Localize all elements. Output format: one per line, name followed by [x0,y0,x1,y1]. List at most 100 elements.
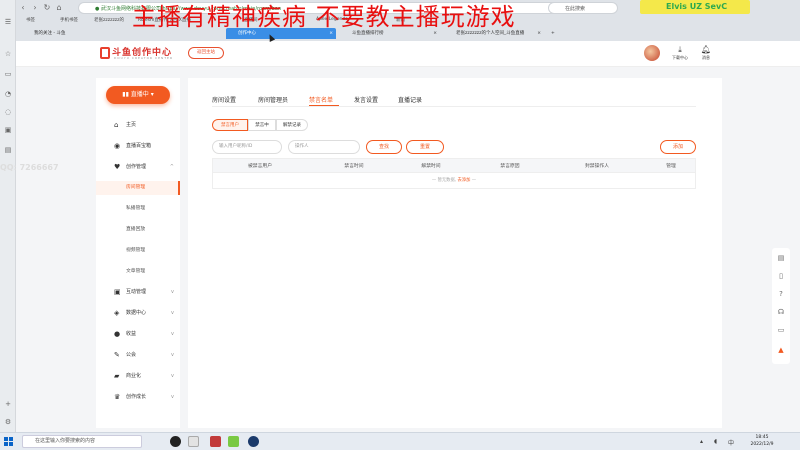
table-column-header: 封禁操作人 [585,164,609,169]
tab-room-admins[interactable]: 房间管理员 [258,95,288,104]
document-icon[interactable]: ▯ [776,272,786,280]
add-link[interactable]: 去添加 [458,178,471,183]
browser-search-input[interactable]: 在此搜索 [548,2,618,14]
operator-input[interactable]: 操作人 [288,140,360,154]
sidebar-item-home[interactable]: ⌂ 主页 [96,118,180,132]
box-icon[interactable]: ▣ [4,126,12,134]
back-icon[interactable]: ‹ [18,3,28,13]
stream-overlay-badge-text: Elvis UZ SevC [666,2,728,11]
bag-icon: ▰ [114,372,120,380]
stream-overlay-headline: 主播有精神疾病 不要教主播玩游戏 [132,3,516,31]
chat-bubble-icon[interactable]: ◌ [4,108,12,116]
add-button[interactable]: 添加 [660,140,696,154]
settings-icon[interactable]: ⚙ [4,418,12,426]
windows-taskbar: 在这里输入你要搜索的内容 ▴ ◖ 中 18:45 2022/12/9 [0,432,800,450]
tab-live-records[interactable]: 直播记录 [398,95,422,104]
messages-button[interactable]: 🔔︎ 消息 [694,45,718,61]
chevron-down-icon: v [171,289,174,295]
active-tab-indicator [309,105,339,106]
sidebar-item-interaction[interactable]: ▣ 互动管理 v [96,285,180,299]
sidebar-subitem-replay[interactable]: 直播回放 [96,223,180,237]
sidebar-item-income[interactable]: ● 收益 v [96,327,180,341]
windows-start-icon[interactable] [4,437,13,446]
sidebar-item-label: 互动管理 [126,289,147,295]
language-icon[interactable]: 中 [728,438,734,447]
table-empty-state: — 暂无数据, 去添加 — [212,173,696,189]
download-center-button[interactable]: ⤓ 下载中心 [668,45,692,61]
chevron-down-icon: v [171,310,174,316]
messages-label: 消息 [702,55,710,60]
stream-overlay-side-text: QQ: 7266667 [0,163,59,172]
browser-tab[interactable]: 我的关注 - 斗鱼 [22,28,102,39]
app-icon[interactable] [210,436,221,447]
chevron-up-icon: ^ [169,164,174,170]
browser-search-placeholder: 在此搜索 [565,6,586,12]
star-icon[interactable]: ☆ [4,50,12,58]
tab-mute-list[interactable]: 禁言名单 [309,95,333,104]
subtab-muted-users[interactable]: 禁言用户 [212,119,248,131]
sidebar-item-growth[interactable]: ♛ 创作成长 v [96,390,180,404]
bookmark-item[interactable]: 书签 [26,17,35,23]
sidebar-item-data-center[interactable]: ◈ 数据中心 v [96,306,180,320]
chat-icon[interactable]: ▭ [776,326,786,334]
download-center-label: 下载中心 [672,55,688,60]
live-status-button[interactable]: ▮▮ 直播中 ▾ [106,86,170,104]
sidebar-item-label: 公会 [126,352,137,358]
sidebar-subitem-article[interactable]: 文章管理 [96,265,180,279]
sidebar-subitem-video[interactable]: 视频管理 [96,244,180,258]
tab-room-settings[interactable]: 房间设置 [212,95,236,104]
sidebar-item-content-management[interactable]: ♥ 创作管理 ^ [96,160,180,174]
stream-overlay-badge: Elvis UZ SevC [640,0,750,14]
home-nav-icon[interactable]: ⌂ [54,3,64,13]
browser-side-panel: ☰ ☆ ▭ ◔ ◌ ▣ ▤ + ⚙ [0,0,16,432]
top-icon[interactable]: ▲ [776,346,786,354]
sidebar-item-label: 商业化 [126,373,142,379]
sidebar-item-commercial[interactable]: ▰ 商业化 v [96,369,180,383]
bookmark-item[interactable]: 老张zzzzzzz的 [94,17,124,23]
sidebar-item-guild[interactable]: ✎ 公会 v [96,348,180,362]
taskbar-clock[interactable]: 18:45 2022/12/9 [744,434,780,448]
sidebar-subitem-room-management[interactable]: 房间管理 [96,181,180,195]
tab-chat-settings[interactable]: 发言设置 [354,95,378,104]
headset-icon[interactable]: ☊ [776,308,786,316]
search-button[interactable]: 查找 [366,140,402,154]
app-header: 斗鱼创作中心 DOUYU CREATOR CENTER 返回主站 ⤓ 下载中心 … [16,41,800,67]
help-icon[interactable]: ? [776,290,786,298]
sidebar-item-label: 直播百宝箱 [126,143,152,149]
app-icon[interactable] [228,436,239,447]
app-icon[interactable] [188,436,199,447]
main-panel: 房间设置 房间管理员 禁言名单 发言设置 直播记录 禁言用户 禁言中 解禁记录 … [188,78,722,428]
reset-button[interactable]: 重置 [406,140,444,154]
douyu-logo[interactable]: 斗鱼创作中心 DOUYU CREATOR CENTER [100,45,190,62]
feedback-icon[interactable]: ▤ [776,254,786,262]
heart-icon: ♥ [114,163,121,171]
home-icon: ⌂ [114,121,119,129]
plus-icon[interactable]: + [4,400,12,408]
chevron-down-icon: v [171,373,174,379]
window-icon[interactable]: ▤ [4,146,12,154]
back-home-button[interactable]: 返回主站 [188,47,224,59]
forward-icon[interactable]: › [30,3,40,13]
folder-icon[interactable]: ▭ [4,70,12,78]
clock-icon[interactable]: ◔ [4,90,12,98]
taskbar-search-input[interactable]: 在这里输入你要搜索的内容 [22,435,142,448]
refresh-icon[interactable]: ↻ [42,3,52,13]
sidebar-subitem-private-broadcast[interactable]: 私播管理 [96,202,180,216]
user-search-input[interactable]: 输入用户昵称/ID [212,140,282,154]
sidebar-item-toolbox[interactable]: ◉ 直播百宝箱 [96,139,180,153]
close-icon[interactable]: × [537,28,541,39]
table-column-header: 被禁言用户 [248,164,272,169]
subtab-unmute-records[interactable]: 解禁记录 [276,119,308,131]
subtab-muting[interactable]: 禁言中 [248,119,276,131]
network-icon[interactable]: ▴ [700,438,703,445]
sidebar-toggle-icon[interactable]: ☰ [4,18,12,26]
avatar[interactable] [644,45,660,61]
app-icon[interactable] [248,436,259,447]
bookmark-item[interactable]: 手机书签 [60,17,78,23]
chat-icon: ▣ [114,288,121,296]
live-status-label: 直播中 [130,91,149,98]
new-tab-button[interactable]: + [548,28,560,39]
volume-icon[interactable]: ◖ [714,438,717,445]
empty-state-text: — 暂无数据, [431,178,457,183]
app-icon[interactable] [170,436,181,447]
